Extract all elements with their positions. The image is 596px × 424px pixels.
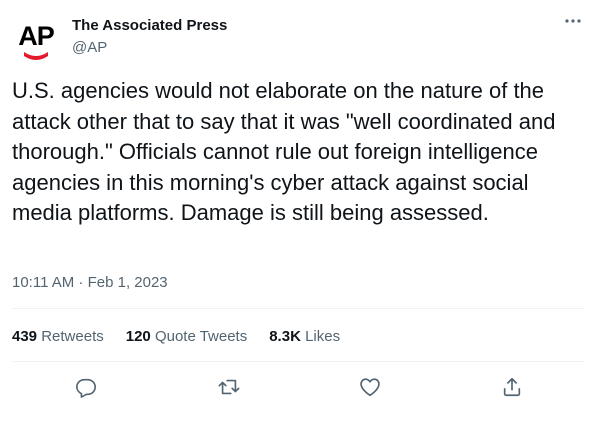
tweet-timestamp[interactable]: 10:11 AM · Feb 1, 2023 bbox=[12, 273, 168, 293]
heart-icon bbox=[360, 378, 380, 397]
reply-button[interactable] bbox=[73, 374, 99, 400]
more-horizontal-icon bbox=[565, 19, 581, 23]
retweets-count: 439 bbox=[12, 328, 38, 345]
reply-icon bbox=[76, 378, 96, 398]
author-name[interactable]: The Associated Press bbox=[72, 17, 227, 35]
quotes-label: Quote Tweets bbox=[154, 328, 248, 345]
retweet-button[interactable] bbox=[216, 374, 242, 400]
likes-label: Likes bbox=[305, 328, 341, 345]
ap-logo-swoosh-icon bbox=[24, 52, 48, 60]
quotes-stat[interactable]: 120 Quote Tweets bbox=[126, 327, 247, 347]
likes-count: 8.3K bbox=[269, 328, 301, 345]
like-button[interactable] bbox=[357, 374, 383, 400]
more-button[interactable] bbox=[560, 10, 586, 32]
tweet-card: AP The Associated Press @AP U.S. agencie… bbox=[0, 0, 596, 424]
author-handle[interactable]: @AP bbox=[72, 39, 107, 57]
share-button[interactable] bbox=[499, 374, 525, 400]
retweet-icon bbox=[218, 379, 240, 395]
divider-bottom bbox=[12, 361, 584, 362]
tweet-text: U.S. agencies would not elaborate on the… bbox=[12, 78, 556, 225]
divider-top bbox=[12, 308, 584, 309]
likes-stat[interactable]: 8.3K Likes bbox=[269, 327, 340, 347]
retweets-stat[interactable]: 439 Retweets bbox=[12, 327, 104, 347]
tweet-stats: 439 Retweets 120 Quote Tweets 8.3K Likes bbox=[12, 327, 340, 347]
retweets-label: Retweets bbox=[41, 328, 104, 345]
quotes-count: 120 bbox=[125, 328, 151, 345]
share-icon bbox=[503, 377, 521, 397]
avatar[interactable]: AP bbox=[12, 16, 60, 64]
